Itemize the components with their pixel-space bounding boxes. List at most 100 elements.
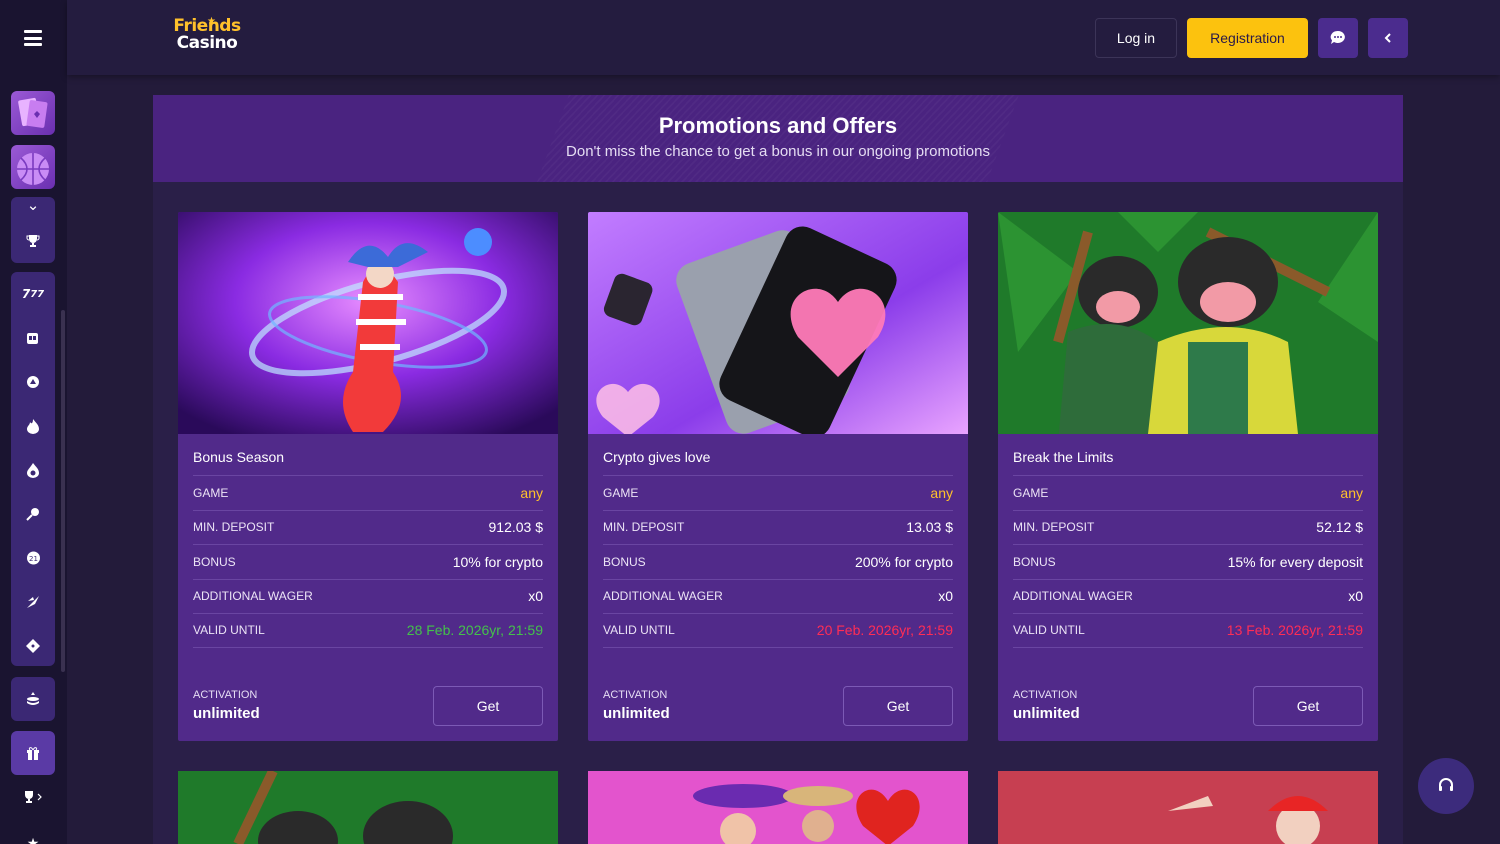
promo-row-valid-until: VALID UNTIL 13 Feb. 2026yr, 21:59 <box>1013 613 1363 648</box>
cards-icon[interactable] <box>11 91 55 135</box>
flame-icon[interactable] <box>11 448 55 492</box>
promo-row-valid-until: VALID UNTIL 20 Feb. 2026yr, 21:59 <box>603 613 953 648</box>
value: 200% for crypto <box>854 553 953 570</box>
rocket-icon[interactable] <box>11 360 55 404</box>
sidebar-group-categories: 7 77 21 <box>11 272 55 666</box>
promo-details: GAME any MIN. DEPOSIT 912.03 $ BONUS 10% fo… <box>193 475 543 648</box>
login-button[interactable]: Log in <box>1095 18 1177 58</box>
value: 912.03 $ <box>488 519 544 536</box>
promo-title: Crypto gives love <box>603 449 711 465</box>
get-button[interactable]: Get <box>433 686 543 726</box>
activation-value: unlimited <box>193 705 260 722</box>
gift-icon[interactable] <box>11 731 55 775</box>
promo-card: Break the Limits GAME any MIN. DEPOSIT 52.… <box>998 212 1378 741</box>
label: MIN. DEPOSIT <box>1013 520 1095 535</box>
trophy-icon[interactable] <box>11 219 55 263</box>
promo-card-partial[interactable] <box>998 771 1378 844</box>
label: GAME <box>1013 485 1049 500</box>
value: 13 Feb. 2026yr, 21:59 <box>1226 622 1363 639</box>
promo-row-bonus: BONUS 15% for every deposit <box>1013 544 1363 579</box>
get-button[interactable]: Get <box>843 686 953 726</box>
label: GAME <box>603 485 639 500</box>
promo-card: Crypto gives love GAME any MIN. DEPOSIT 13… <box>588 212 968 741</box>
promo-row-game: GAME any <box>193 475 543 510</box>
promo-row-bonus: BONUS 200% for crypto <box>603 544 953 579</box>
label: BONUS <box>193 554 236 569</box>
activation-label: ACTIVATION <box>193 689 258 701</box>
label: VALID UNTIL <box>193 623 265 638</box>
svg-text:21: 21 <box>29 555 38 563</box>
label: VALID UNTIL <box>603 623 675 638</box>
value: any <box>1340 484 1363 501</box>
promo-row-game: GAME any <box>1013 475 1363 510</box>
value: x0 <box>938 588 953 605</box>
star-icon: ★ <box>207 16 216 27</box>
get-button[interactable]: Get <box>1253 686 1363 726</box>
promo-title: Bonus Season <box>193 449 285 465</box>
value: 10% for crypto <box>452 553 543 570</box>
chevron-left-icon[interactable] <box>1368 18 1408 58</box>
promo-image-bears[interactable] <box>998 212 1378 434</box>
promo-row-bonus: BONUS 10% for crypto <box>193 544 543 579</box>
promo-row-wager: ADDITIONAL WAGER x0 <box>193 578 543 614</box>
label: VALID UNTIL <box>1013 623 1085 638</box>
promo-card-partial[interactable] <box>588 771 968 844</box>
value: x0 <box>1348 588 1363 605</box>
promo-details: GAME any MIN. DEPOSIT 13.03 $ BONUS 200% fo… <box>603 475 953 648</box>
sidebar: ⌄ 7 77 21 ★ <box>0 0 67 844</box>
wings-icon[interactable] <box>11 580 55 624</box>
value: 52.12 $ <box>1316 519 1363 536</box>
label: BONUS <box>1013 554 1056 569</box>
fire-icon[interactable] <box>11 404 55 448</box>
coin-stack-icon[interactable] <box>11 677 55 721</box>
value: 28 Feb. 2026yr, 21:59 <box>406 622 543 639</box>
promo-card: Bonus Season GAME any MIN. DEPOSIT 912.03 … <box>178 212 558 741</box>
pin-icon[interactable] <box>11 492 55 536</box>
value: x0 <box>528 588 543 605</box>
promo-row-game: GAME any <box>603 475 953 510</box>
promo-row-min-deposit: MIN. DEPOSIT 13.03 $ <box>603 509 953 545</box>
sidebar-group-top: ⌄ <box>11 196 55 263</box>
value: any <box>930 484 953 501</box>
activation-value: unlimited <box>1013 705 1080 722</box>
label: ADDITIONAL WAGER <box>603 589 723 604</box>
value: 15% for every deposit <box>1227 553 1363 570</box>
value: 20 Feb. 2026yr, 21:59 <box>816 622 953 639</box>
slot-machine-icon[interactable] <box>11 316 55 360</box>
logo[interactable]: ★ Friends Casino <box>172 16 242 60</box>
label: MIN. DEPOSIT <box>193 520 275 535</box>
promotions-banner: Promotions and Offers Don't miss the cha… <box>153 95 1403 182</box>
label: GAME <box>193 485 229 500</box>
value: 13.03 $ <box>906 519 953 536</box>
promo-row-min-deposit: MIN. DEPOSIT 52.12 $ <box>1013 509 1363 545</box>
promo-title: Break the Limits <box>1013 449 1114 465</box>
value: any <box>520 484 543 501</box>
headset-icon[interactable] <box>1418 758 1474 814</box>
logo-line2: Casino <box>176 33 238 53</box>
page-subtitle: Don't miss the chance to get a bonus in … <box>566 143 990 160</box>
promo-image-jester[interactable] <box>178 212 558 434</box>
ticket-icon[interactable] <box>11 624 55 668</box>
registration-button[interactable]: Registration <box>1187 18 1308 58</box>
activation-label: ACTIVATION <box>603 689 668 701</box>
promo-row-valid-until: VALID UNTIL 28 Feb. 2026yr, 21:59 <box>193 613 543 648</box>
promo-row-min-deposit: MIN. DEPOSIT 912.03 $ <box>193 509 544 545</box>
promo-image-phone[interactable] <box>588 212 968 434</box>
label: MIN. DEPOSIT <box>603 520 685 535</box>
poker-chip-icon[interactable]: 21 <box>11 536 55 580</box>
activation-label: ACTIVATION <box>1013 689 1078 701</box>
promo-row-wager: ADDITIONAL WAGER x0 <box>603 578 953 614</box>
label: ADDITIONAL WAGER <box>193 589 313 604</box>
label: ADDITIONAL WAGER <box>1013 589 1133 604</box>
chat-icon[interactable] <box>1318 18 1358 58</box>
promo-card-partial[interactable] <box>178 771 558 844</box>
label: BONUS <box>603 554 646 569</box>
star-icon[interactable]: ★ <box>11 822 55 844</box>
sidebar-scrollbar[interactable] <box>61 310 65 672</box>
seven-icon[interactable]: 7 77 <box>11 272 55 316</box>
menu-icon[interactable] <box>24 30 42 46</box>
trophy-icon[interactable] <box>11 775 55 819</box>
activation-value: unlimited <box>603 705 670 722</box>
page-title: Promotions and Offers <box>658 113 898 138</box>
header: ★ Friends Casino Log in Registration <box>67 0 1500 75</box>
